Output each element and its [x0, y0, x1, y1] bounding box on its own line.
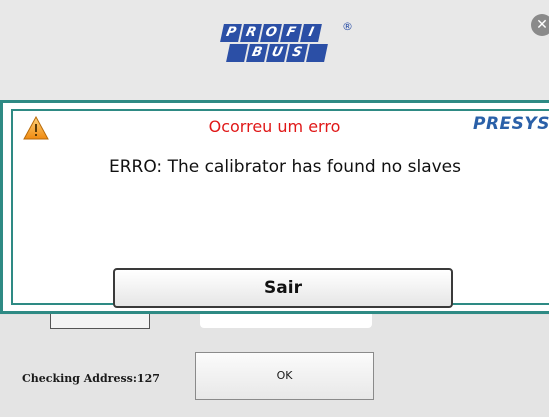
header-area: P R O F I B U S ® ✕ [0, 0, 549, 100]
logo-letter: R [240, 24, 262, 42]
ok-button[interactable]: OK [195, 352, 374, 400]
logo-letter: O [260, 24, 282, 42]
logo-letter [226, 44, 248, 62]
app-screen: P R O F I B U S ® ✕ Ocorreu um erro PRES… [0, 0, 549, 417]
background-field-right [200, 314, 372, 328]
dialog-title: Ocorreu um erro [208, 117, 341, 136]
logo-letter: F [280, 24, 302, 42]
brand-logo: PRESYS [473, 114, 549, 134]
logo-letter: B [246, 44, 268, 62]
logo-letter: I [300, 24, 322, 42]
logo-letter [306, 44, 328, 62]
checking-address-label: Checking Address:127 [22, 372, 160, 385]
logo-letter: P [220, 24, 242, 42]
logo-letter: U [266, 44, 288, 62]
registered-mark: ® [342, 20, 353, 33]
logo-row-top: P R O F I [220, 24, 326, 42]
background-field-left [50, 314, 150, 329]
profibus-logo: P R O F I B U S ® [220, 20, 353, 62]
logo-letter: S [286, 44, 308, 62]
close-icon[interactable]: ✕ [531, 14, 549, 36]
logo-row-bottom: B U S [226, 44, 328, 62]
exit-button[interactable]: Sair [113, 268, 453, 308]
error-message: ERRO: The calibrator has found no slaves [108, 157, 461, 177]
